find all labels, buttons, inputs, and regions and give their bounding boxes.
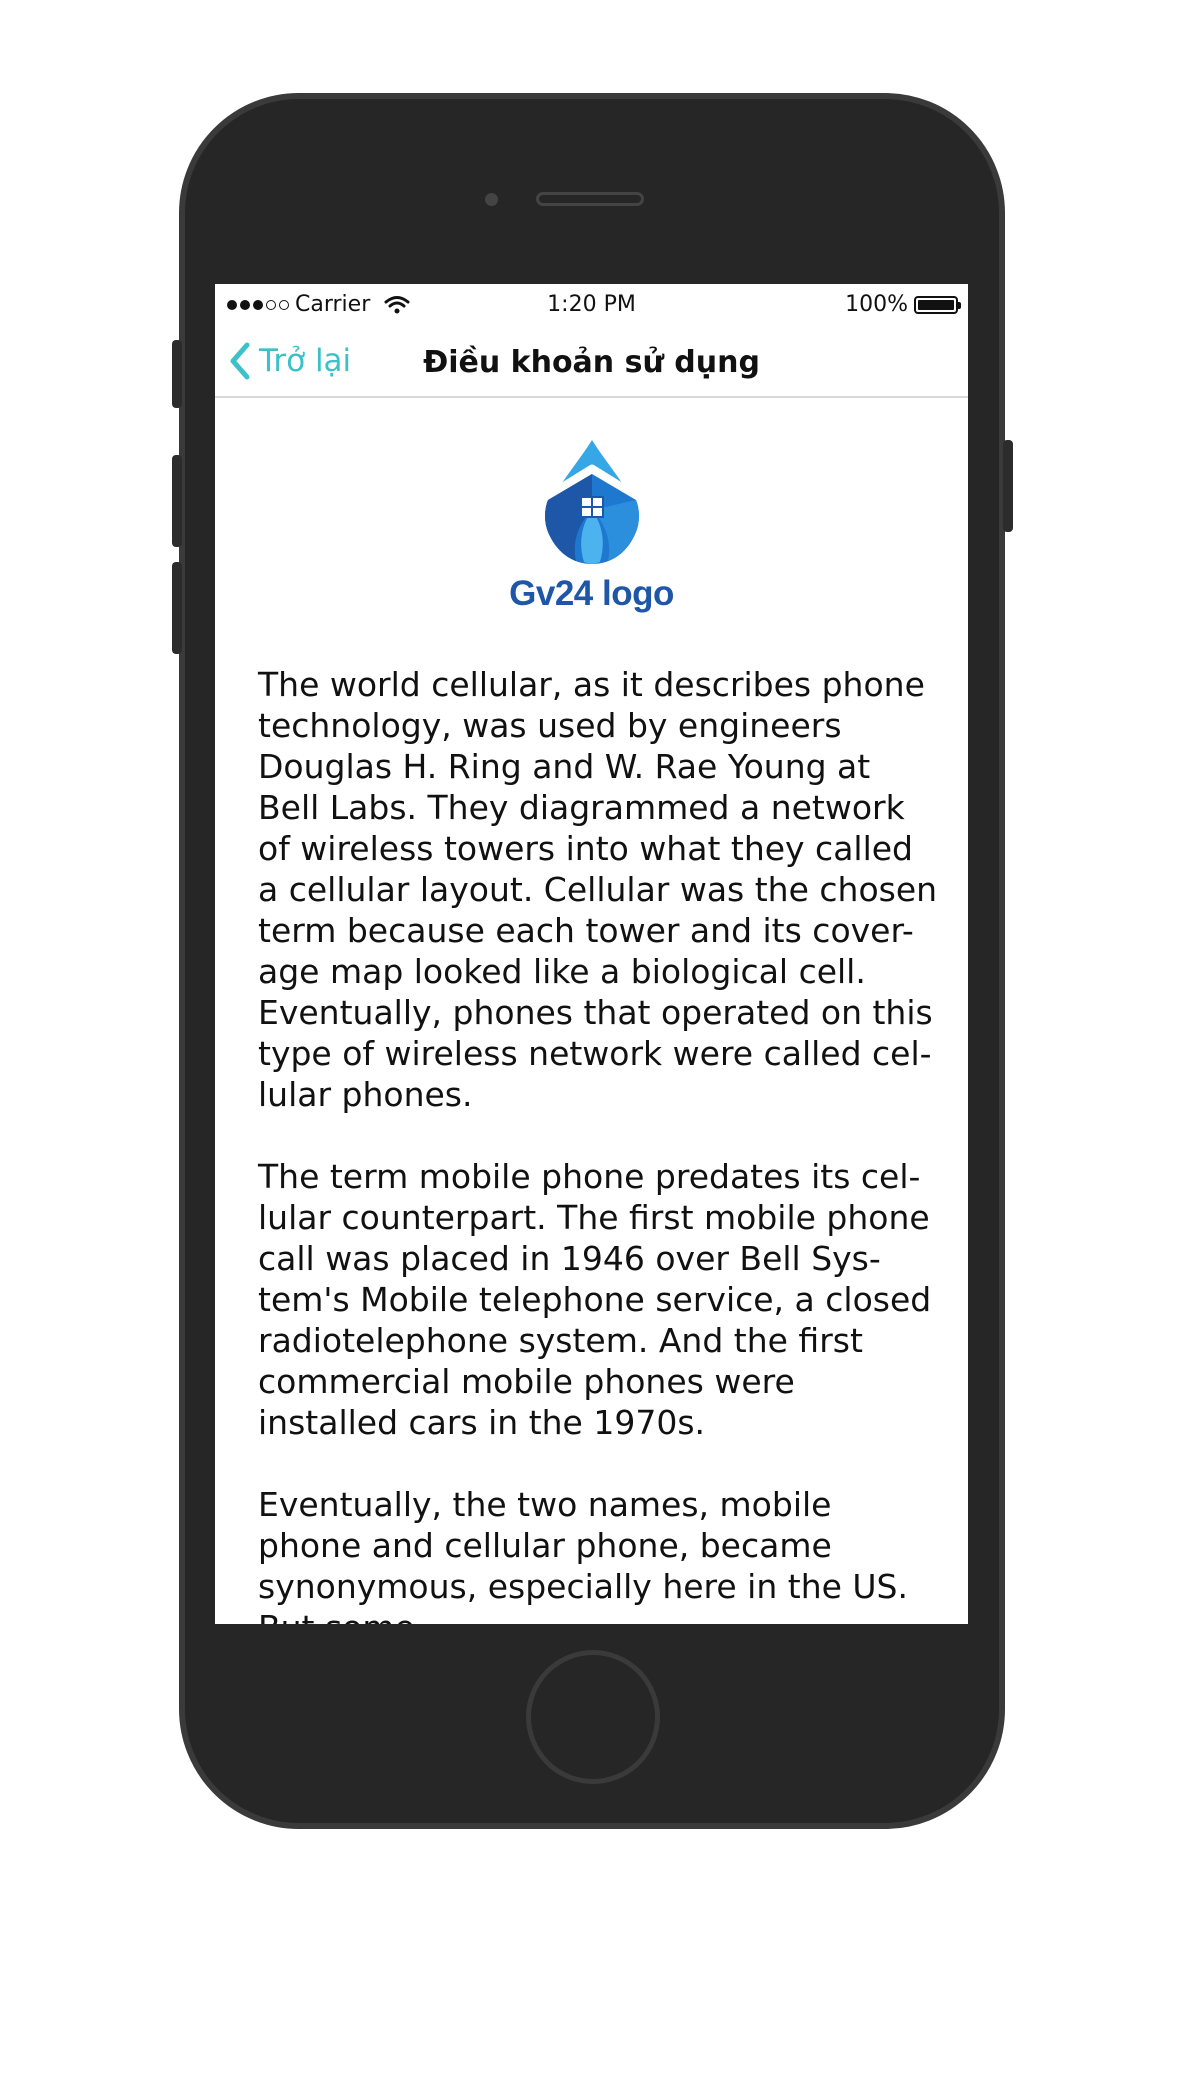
status-bar: Carrier 1:20 PM 100% — [215, 284, 968, 324]
status-right: 100% — [845, 292, 961, 317]
battery-icon — [914, 295, 961, 314]
paragraph: The term mobile phone predates its cel-l… — [258, 1157, 932, 1442]
navigation-bar: Trở lại Điều khoản sử dụng — [215, 324, 968, 398]
volume-up-button — [172, 455, 182, 547]
paragraph: Eventually, the two names, mobile phone … — [258, 1485, 908, 1624]
front-camera — [485, 193, 498, 206]
logo: Gv24 logo — [215, 438, 968, 614]
paragraph: The world cellular, as it describes phon… — [258, 665, 938, 1114]
mute-switch — [172, 340, 182, 408]
earpiece-speaker — [536, 192, 644, 206]
power-button — [1003, 440, 1013, 532]
page-title: Điều khoản sử dụng — [423, 345, 760, 380]
logo-text: Gv24 logo — [509, 574, 674, 613]
battery-percentage: 100% — [845, 292, 908, 317]
terms-article: The world cellular, as it describes phon… — [258, 664, 938, 1624]
content-area: Gv24 logo The world cellular, as it desc… — [215, 398, 968, 1624]
screen: Carrier 1:20 PM 100% Trở lại Điều khoản … — [215, 284, 968, 1624]
volume-down-button — [172, 562, 182, 654]
house-drop-logo-icon — [544, 440, 639, 564]
home-button[interactable] — [526, 1650, 660, 1784]
